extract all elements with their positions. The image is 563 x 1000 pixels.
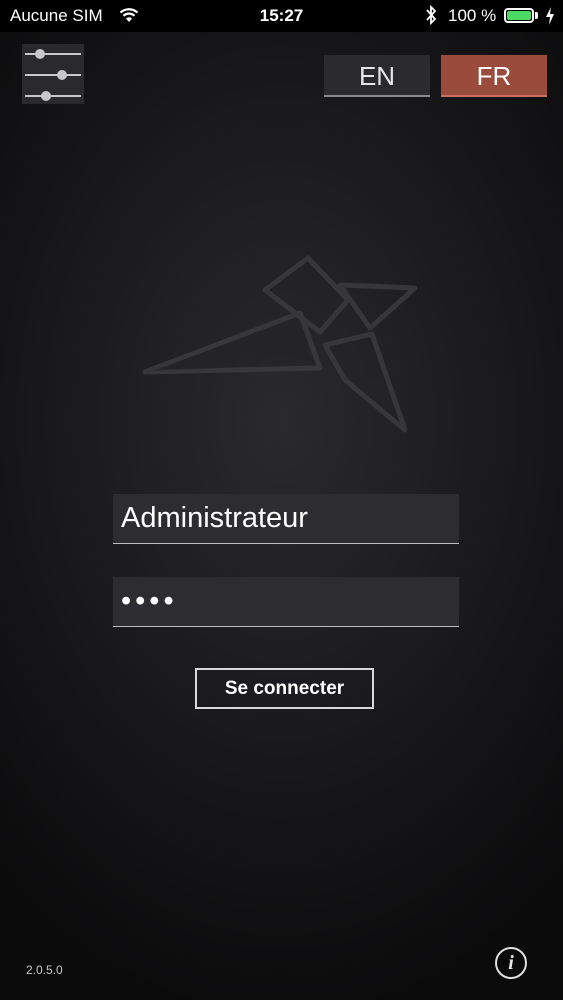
brand-logo [142,255,418,433]
username-field[interactable] [113,494,459,544]
settings-button[interactable] [22,44,84,104]
info-icon[interactable]: i [495,947,527,979]
sliders-icon [25,49,81,101]
language-fr-button[interactable]: FR [441,55,547,97]
status-bar: Aucune SIM 15:27 100 % [0,0,563,32]
password-field[interactable] [113,577,459,627]
info-glyph: i [508,952,514,974]
charging-icon [546,7,554,25]
battery-percent: 100 % [448,6,497,25]
language-en-button[interactable]: EN [324,55,430,97]
battery-tip [535,12,538,19]
connect-button[interactable]: Se connecter [195,668,374,709]
bluetooth-icon [426,5,437,25]
battery-icon [504,8,534,23]
version-label: 2.0.5.0 [26,963,63,977]
login-screen: Aucune SIM 15:27 100 % EN FR Administrat… [0,0,563,1000]
